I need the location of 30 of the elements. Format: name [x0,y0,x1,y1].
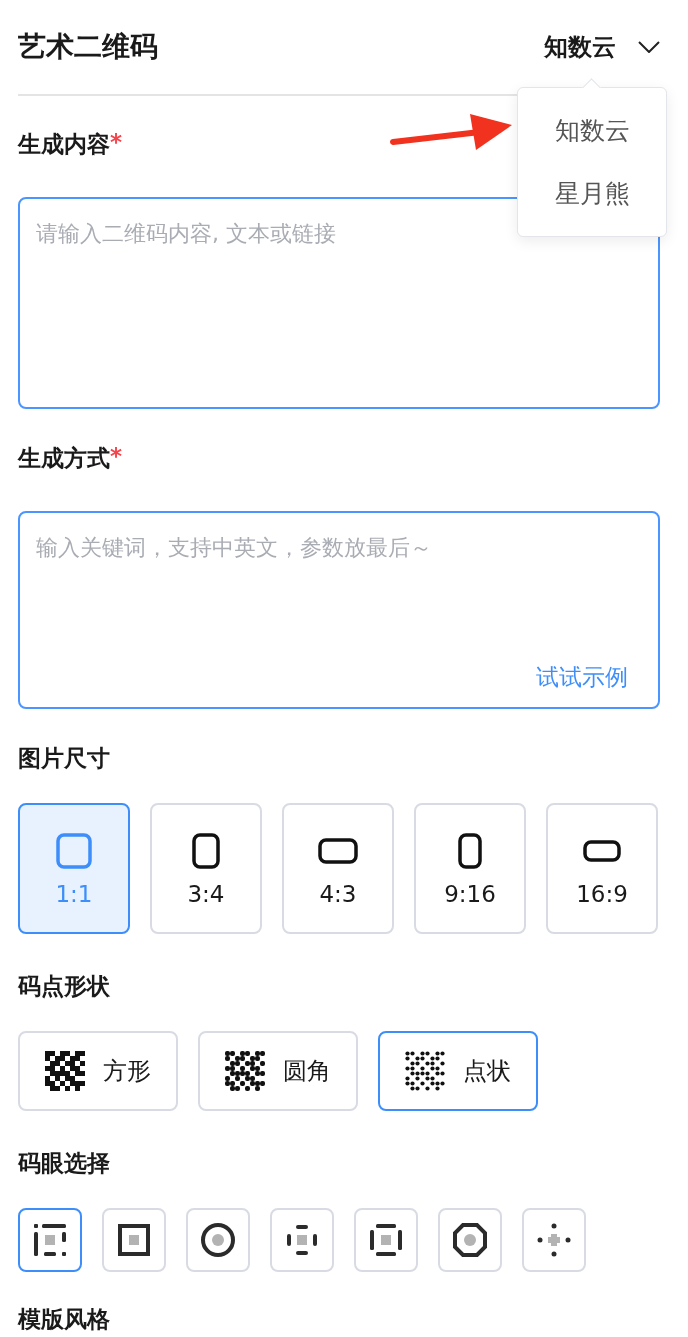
qr-pattern-icon [225,1051,265,1091]
frame-icon [192,832,220,869]
chevron-down-icon [638,41,660,53]
eye-option[interactable] [18,1208,82,1272]
menu-item[interactable]: 知数云 [554,114,630,147]
section-label: 图片尺寸 [18,744,110,773]
qr-pattern-icon [405,1051,445,1091]
required-mark: * [110,443,123,471]
field-label: 生成内容 [18,130,110,159]
provider-dropdown[interactable]: 知数云 [544,31,660,63]
frame-icon [458,832,482,869]
dot-shape-option[interactable]: 方形 [18,1031,178,1111]
size-option[interactable]: 4:3 [282,803,394,934]
page-title: 艺术二维码 [18,29,158,65]
frame-icon [583,839,621,862]
section-label: 码眼选择 [18,1149,110,1178]
size-option[interactable]: 3:4 [150,803,262,934]
frame-icon [318,837,358,864]
dot-shape-option[interactable]: 点状 [378,1031,538,1111]
size-option[interactable]: 16:9 [546,803,658,934]
section-label: 码点形状 [18,972,110,1001]
required-mark: * [110,129,123,155]
size-option[interactable]: 9:16 [414,803,526,934]
frame-icon [56,832,92,869]
qr-eye-icon [450,1220,490,1260]
section-label: 模版风格 [18,1305,110,1334]
qr-pattern-icon [45,1051,85,1091]
dot-shape-option[interactable]: 圆角 [198,1031,358,1111]
field-label: 生成方式 [18,444,110,473]
qr-eye-icon [198,1220,238,1260]
